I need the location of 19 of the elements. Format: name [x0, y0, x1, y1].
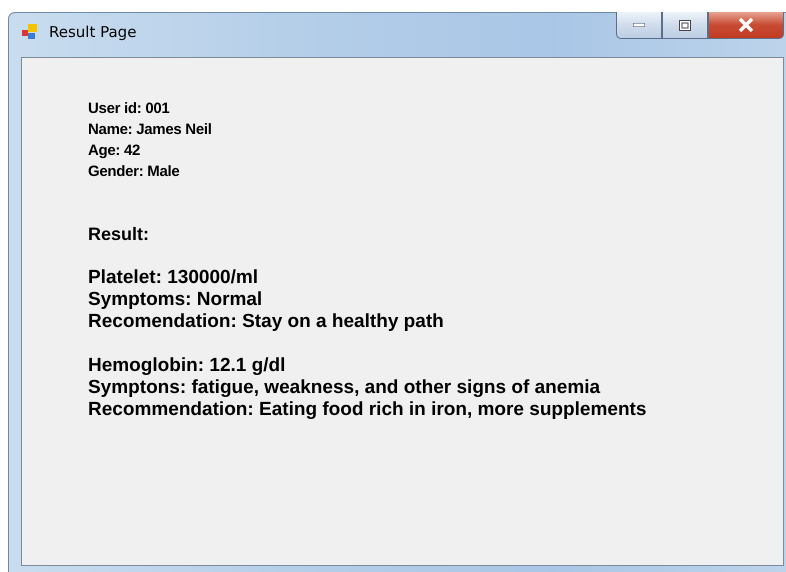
- result-line: Recomendation: Stay on a healthy path: [88, 311, 445, 333]
- user-info-line: Name: James Neil: [88, 120, 213, 140]
- app-icon: [21, 23, 39, 41]
- maximize-icon: [679, 20, 691, 30]
- result-line: Symptoms: Normal: [88, 289, 264, 311]
- user-info-line: User id: 001: [88, 99, 170, 119]
- window-title: Result Page: [49, 23, 136, 41]
- user-info-line: Age: 42: [88, 141, 142, 161]
- result-line: Recommendation: Eating food rich in iron, more supplements: [88, 399, 648, 421]
- user-info-line: Gender: Male: [88, 162, 180, 182]
- result-line: Hemoglobin: 12.1 g/dl: [88, 355, 286, 377]
- minimize-icon: [633, 23, 645, 27]
- close-button[interactable]: [708, 12, 784, 39]
- close-icon: [738, 18, 754, 32]
- maximize-button[interactable]: [662, 12, 708, 39]
- result-line: Platelet: 130000/ml: [88, 267, 260, 289]
- result-line: Symptons: fatigue, weakness, and other signs of anemia: [88, 377, 602, 399]
- result-heading: Result:: [88, 224, 150, 245]
- minimize-button[interactable]: [616, 12, 662, 39]
